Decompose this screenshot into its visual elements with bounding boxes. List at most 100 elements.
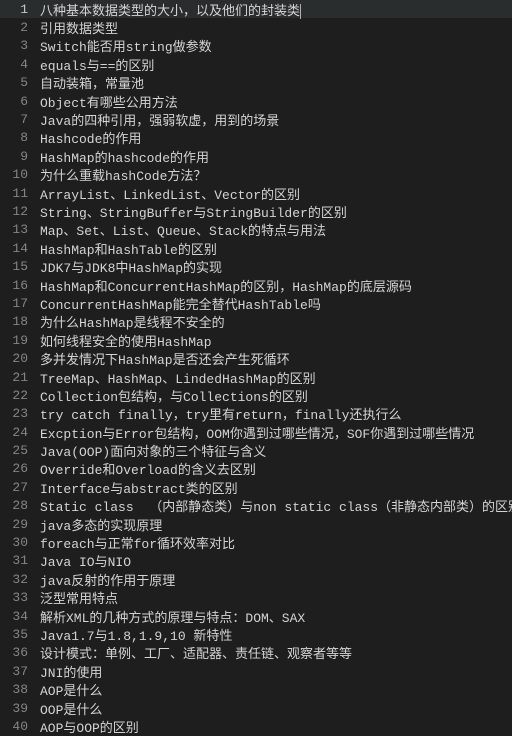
line-number: 12	[0, 204, 36, 219]
line-text[interactable]: foreach与正常for循环效率对比	[36, 533, 235, 552]
line-text[interactable]: 泛型常用特点	[36, 588, 118, 607]
code-line[interactable]: 37JNI的使用	[0, 662, 512, 680]
line-text[interactable]: 解析XML的几种方式的原理与特点：DOM、SAX	[36, 607, 305, 626]
line-text[interactable]: Map、Set、List、Queue、Stack的特点与用法	[36, 220, 326, 239]
code-line[interactable]: 11ArrayList、LinkedList、Vector的区别	[0, 184, 512, 202]
code-line[interactable]: 5自动装箱，常量池	[0, 74, 512, 92]
code-line[interactable]: 1八种基本数据类型的大小，以及他们的封装类	[0, 0, 512, 18]
line-number: 28	[0, 498, 36, 513]
line-text[interactable]: Hashcode的作用	[36, 128, 141, 147]
line-text[interactable]: 为什么重载hashCode方法？	[36, 165, 206, 184]
code-line[interactable]: 35Java1.7与1.8,1.9,10 新特性	[0, 625, 512, 643]
code-line[interactable]: 10为什么重载hashCode方法？	[0, 166, 512, 184]
line-number: 14	[0, 241, 36, 256]
code-line[interactable]: 13Map、Set、List、Queue、Stack的特点与用法	[0, 221, 512, 239]
line-number: 23	[0, 406, 36, 421]
code-line[interactable]: 18为什么HashMap是线程不安全的	[0, 313, 512, 331]
line-number: 34	[0, 609, 36, 624]
code-line[interactable]: 3Switch能否用string做参数	[0, 37, 512, 55]
code-line[interactable]: 14HashMap和HashTable的区别	[0, 239, 512, 257]
line-text[interactable]: ConcurrentHashMap能完全替代HashTable吗	[36, 294, 321, 313]
line-text[interactable]: Switch能否用string做参数	[36, 36, 212, 55]
line-text[interactable]: TreeMap、HashMap、LindedHashMap的区别	[36, 368, 316, 387]
line-number: 33	[0, 590, 36, 605]
code-line[interactable]: 6Object有哪些公用方法	[0, 92, 512, 110]
code-line[interactable]: 9HashMap的hashcode的作用	[0, 147, 512, 165]
line-number: 25	[0, 443, 36, 458]
code-line[interactable]: 15JDK7与JDK8中HashMap的实现	[0, 257, 512, 275]
line-text[interactable]: try catch finally，try里有return，finally还执行…	[36, 404, 401, 423]
line-number: 13	[0, 222, 36, 237]
line-text[interactable]: 多并发情况下HashMap是否还会产生死循环	[36, 349, 290, 368]
line-number: 20	[0, 351, 36, 366]
line-text[interactable]: OOP是什么	[36, 699, 102, 718]
line-text[interactable]: Java IO与NIO	[36, 551, 131, 570]
code-line[interactable]: 7Java的四种引用，强弱软虚，用到的场景	[0, 110, 512, 128]
line-text[interactable]: Java1.7与1.8,1.9,10 新特性	[36, 625, 232, 644]
line-number: 22	[0, 388, 36, 403]
code-line[interactable]: 19如何线程安全的使用HashMap	[0, 331, 512, 349]
code-line[interactable]: 2引用数据类型	[0, 18, 512, 36]
code-line[interactable]: 27Interface与abstract类的区别	[0, 478, 512, 496]
code-line[interactable]: 29java多态的实现原理	[0, 515, 512, 533]
line-text[interactable]: HashMap和ConcurrentHashMap的区别，HashMap的底层源…	[36, 276, 412, 295]
line-text[interactable]: 设计模式：单例、工厂、适配器、责任链、观察者等等	[36, 643, 352, 662]
code-line[interactable]: 31Java IO与NIO	[0, 552, 512, 570]
code-line[interactable]: 38AOP是什么	[0, 680, 512, 698]
code-line[interactable]: 16HashMap和ConcurrentHashMap的区别，HashMap的底…	[0, 276, 512, 294]
line-number: 29	[0, 517, 36, 532]
line-text[interactable]: JNI的使用	[36, 662, 102, 681]
line-text[interactable]: 自动装箱，常量池	[36, 73, 144, 92]
code-line[interactable]: 20多并发情况下HashMap是否还会产生死循环	[0, 349, 512, 367]
code-line[interactable]: 34解析XML的几种方式的原理与特点：DOM、SAX	[0, 607, 512, 625]
line-text[interactable]: Override和Overload的含义去区别	[36, 459, 256, 478]
line-text[interactable]: Interface与abstract类的区别	[36, 478, 238, 497]
line-text[interactable]: 引用数据类型	[36, 18, 118, 37]
line-text[interactable]: 为什么HashMap是线程不安全的	[36, 312, 225, 331]
line-text[interactable]: Java(OOP)面向对象的三个特征与含义	[36, 441, 266, 460]
line-number: 7	[0, 112, 36, 127]
line-text[interactable]: java反射的作用于原理	[36, 570, 175, 589]
line-text[interactable]: ArrayList、LinkedList、Vector的区别	[36, 184, 300, 203]
code-line[interactable]: 36设计模式：单例、工厂、适配器、责任链、观察者等等	[0, 644, 512, 662]
line-text[interactable]: 如何线程安全的使用HashMap	[36, 331, 212, 350]
code-line[interactable]: 32java反射的作用于原理	[0, 570, 512, 588]
code-line[interactable]: 33泛型常用特点	[0, 589, 512, 607]
line-text[interactable]: Java的四种引用，强弱软虚，用到的场景	[36, 110, 279, 129]
line-text[interactable]: Static class （内部静态类）与non static class（非静…	[36, 496, 512, 515]
line-text[interactable]: JDK7与JDK8中HashMap的实现	[36, 257, 222, 276]
code-line[interactable]: 17ConcurrentHashMap能完全替代HashTable吗	[0, 294, 512, 312]
code-line[interactable]: 24Excption与Error包结构，OOM你遇到过哪些情况，SOF你遇到过哪…	[0, 423, 512, 441]
line-text[interactable]: Excption与Error包结构，OOM你遇到过哪些情况，SOF你遇到过哪些情…	[36, 423, 474, 442]
line-text[interactable]: java多态的实现原理	[36, 515, 162, 534]
line-text[interactable]: AOP与OOP的区别	[36, 717, 139, 736]
line-number: 31	[0, 553, 36, 568]
line-text[interactable]: equals与==的区别	[36, 55, 154, 74]
code-line[interactable]: 4equals与==的区别	[0, 55, 512, 73]
code-editor[interactable]: 1八种基本数据类型的大小，以及他们的封装类2引用数据类型3Switch能否用st…	[0, 0, 512, 736]
line-number: 40	[0, 719, 36, 734]
code-line[interactable]: 26Override和Overload的含义去区别	[0, 460, 512, 478]
code-line[interactable]: 25Java(OOP)面向对象的三个特征与含义	[0, 441, 512, 459]
line-number: 9	[0, 149, 36, 164]
line-number: 27	[0, 480, 36, 495]
line-text[interactable]: String、StringBuffer与StringBuilder的区别	[36, 202, 347, 221]
line-text[interactable]: HashMap的hashcode的作用	[36, 147, 209, 166]
code-line[interactable]: 12String、StringBuffer与StringBuilder的区别	[0, 202, 512, 220]
line-number: 4	[0, 57, 36, 72]
line-number: 10	[0, 167, 36, 182]
line-text[interactable]: 八种基本数据类型的大小，以及他们的封装类	[36, 0, 301, 19]
line-text[interactable]: HashMap和HashTable的区别	[36, 239, 217, 258]
code-line[interactable]: 39OOP是什么	[0, 699, 512, 717]
code-line[interactable]: 40AOP与OOP的区别	[0, 717, 512, 735]
code-line[interactable]: 23try catch finally，try里有return，finally还…	[0, 405, 512, 423]
code-line[interactable]: 21TreeMap、HashMap、LindedHashMap的区别	[0, 368, 512, 386]
line-text[interactable]: Object有哪些公用方法	[36, 92, 178, 111]
line-number: 26	[0, 461, 36, 476]
code-line[interactable]: 8Hashcode的作用	[0, 129, 512, 147]
code-line[interactable]: 22Collection包结构，与Collections的区别	[0, 386, 512, 404]
line-text[interactable]: Collection包结构，与Collections的区别	[36, 386, 308, 405]
code-line[interactable]: 28Static class （内部静态类）与non static class（…	[0, 497, 512, 515]
code-line[interactable]: 30foreach与正常for循环效率对比	[0, 533, 512, 551]
line-text[interactable]: AOP是什么	[36, 680, 102, 699]
